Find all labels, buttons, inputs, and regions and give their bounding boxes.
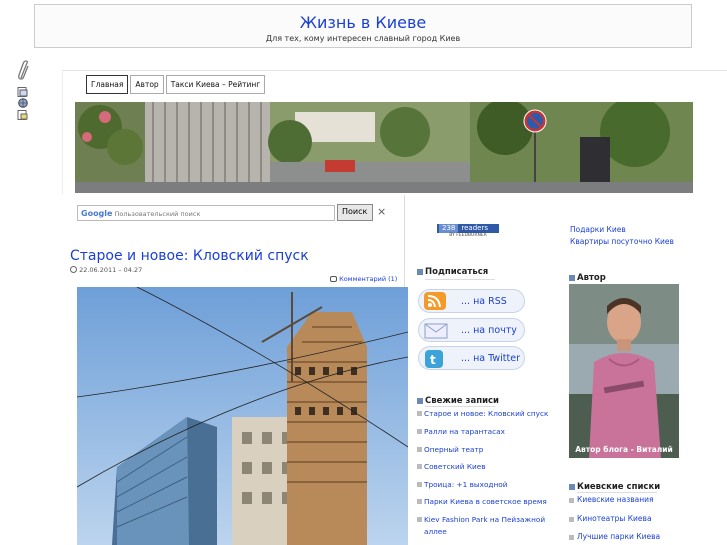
comment-icon xyxy=(330,276,337,282)
kiev-lists-title: Киевские списки xyxy=(569,482,660,492)
search-placeholder: Пользовательский поиск xyxy=(114,210,201,218)
page-icon[interactable] xyxy=(17,87,29,97)
sidebar-middle xyxy=(415,195,558,545)
subscribe-title: Подписаться xyxy=(417,267,488,277)
comments-link[interactable]: Комментарий (1) xyxy=(330,275,397,283)
kiev-list-link[interactable]: Киевские названия xyxy=(577,495,654,504)
subscribe-email-label: ... на почту xyxy=(461,325,517,336)
subscribe-email-button[interactable]: ... на почту xyxy=(418,318,525,342)
twitter-icon: t xyxy=(425,350,443,368)
recent-posts-title-text: Свежие записи xyxy=(425,396,500,406)
recent-post-link[interactable]: Оперный театр xyxy=(424,444,554,456)
kiev-list-link[interactable]: Лучшие парки Киева xyxy=(577,532,660,541)
post-date-text: 22.06.2011 – 04.27 xyxy=(79,266,143,274)
clock-icon xyxy=(70,266,77,273)
envelope-icon xyxy=(424,323,448,339)
bullet-icon xyxy=(417,429,422,434)
bullet-icon xyxy=(417,447,422,452)
feedburner-count: 238 xyxy=(439,224,459,233)
rss-icon xyxy=(424,292,446,310)
site-header: Жизнь в Киеве Для тех, кому интересен сл… xyxy=(34,4,692,48)
link-gifts-kiev[interactable]: Подарки Киев xyxy=(570,225,626,234)
recent-post-link[interactable]: Kiev Fashion Park на Пейзажной аллее xyxy=(424,514,554,538)
recent-post-link[interactable]: Парки Киева в советское время xyxy=(424,496,554,508)
nav-item-taxi-rating[interactable]: Такси Киева – Рейтинг xyxy=(165,75,266,94)
widget-icon xyxy=(417,269,423,275)
author-title: Автор xyxy=(569,273,606,283)
bullet-icon xyxy=(417,517,422,522)
kiev-list-link[interactable]: Кинотеатры Киева xyxy=(577,514,652,523)
subscribe-rss-label: ... на RSS xyxy=(461,296,507,307)
globe-icon[interactable] xyxy=(17,98,29,108)
recent-post-link[interactable]: Троица: +1 выходной xyxy=(424,479,554,491)
bullet-icon xyxy=(417,411,422,416)
bullet-icon xyxy=(569,535,574,540)
recent-post-link[interactable]: Советский Киев xyxy=(424,461,554,473)
header-banner-image xyxy=(75,102,693,193)
recent-post-link[interactable]: Ралли на тарантасах xyxy=(424,426,554,438)
author-title-text: Автор xyxy=(577,273,606,283)
divider xyxy=(425,406,495,407)
subscribe-twitter-button[interactable]: t ... на Twitter xyxy=(418,346,525,370)
main-nav: Главная Автор Такси Киева – Рейтинг xyxy=(86,75,266,94)
widget-icon xyxy=(569,484,575,490)
kiev-lists-title-text: Киевские списки xyxy=(577,482,661,492)
subscribe-title-text: Подписаться xyxy=(425,267,489,277)
feedburner-readers: readers xyxy=(461,224,488,232)
subscribe-rss-button[interactable]: ... на RSS xyxy=(418,289,525,313)
widget-icon xyxy=(569,275,575,281)
link-apartments-kiev[interactable]: Квартиры посуточно Киев xyxy=(570,237,674,246)
post-date: 22.06.2011 – 04.27 xyxy=(70,266,142,274)
search-clear-button[interactable]: × xyxy=(377,205,386,218)
author-caption: Автор блога - Виталий xyxy=(575,445,673,454)
nav-item-home[interactable]: Главная xyxy=(86,75,129,94)
post-title[interactable]: Старое и новое: Кловский спуск xyxy=(70,248,309,264)
search-button[interactable]: Поиск xyxy=(337,204,373,221)
bullet-icon xyxy=(569,498,574,503)
svg-text:t: t xyxy=(430,353,436,367)
recent-post-link[interactable]: Старое и новое: Кловский спуск xyxy=(424,408,554,420)
bullet-icon xyxy=(569,517,574,522)
bullet-icon xyxy=(417,482,422,487)
author-photo[interactable]: Автор блога - Виталий xyxy=(569,284,679,458)
widget-icon xyxy=(417,398,423,404)
divider xyxy=(577,492,657,493)
recent-posts-title: Свежие записи xyxy=(417,396,499,406)
author-portrait-image xyxy=(569,284,679,458)
feedburner-by: BY FEEDBURNER xyxy=(449,233,487,238)
subscribe-twitter-label: ... на Twitter xyxy=(461,353,520,364)
comments-count: Комментарий (1) xyxy=(339,275,398,283)
bullet-icon xyxy=(417,499,422,504)
site-description: Для тех, кому интересен славный город Ки… xyxy=(265,34,461,43)
paperclip-icon xyxy=(18,60,29,80)
document-icon[interactable] xyxy=(17,110,29,120)
bullet-icon xyxy=(417,464,422,469)
google-logo: Google xyxy=(81,209,113,218)
site-title[interactable]: Жизнь в Киеве xyxy=(35,13,691,32)
nav-item-author[interactable]: Автор xyxy=(130,75,164,94)
divider xyxy=(425,279,495,280)
post-photo[interactable] xyxy=(77,287,408,545)
feedburner-counter[interactable]: 238 readers BY FEEDBURNER xyxy=(437,224,499,238)
search-input[interactable]: Google Пользовательский поиск xyxy=(77,205,335,221)
